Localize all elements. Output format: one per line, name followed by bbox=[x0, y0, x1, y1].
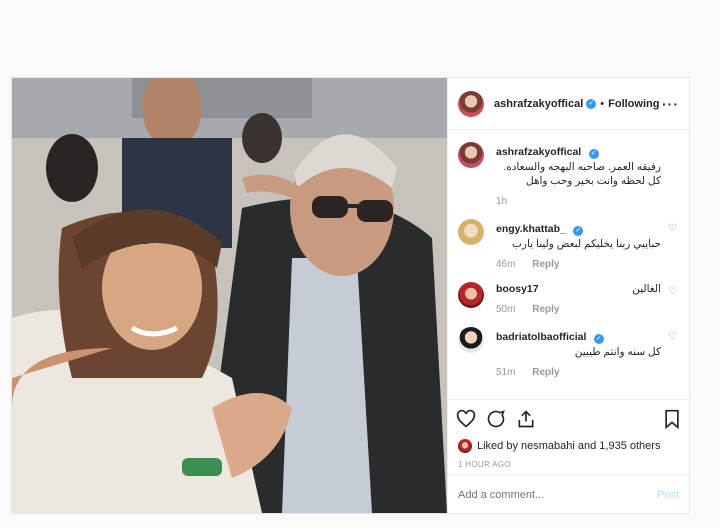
comment-time: 46m bbox=[496, 259, 516, 270]
comments-list: ashrafzakyoffical ✓ رفيقه العمر. صاحبه ا… bbox=[448, 130, 689, 399]
comment-input[interactable] bbox=[458, 488, 657, 501]
bookmark-icon[interactable] bbox=[663, 409, 681, 429]
post-timestamp: 1 HOUR AGO bbox=[458, 460, 511, 469]
comment-text: حبايبي ربنا يخليكم لبعض ولينا يارب bbox=[512, 238, 661, 250]
comment-time: 51m bbox=[496, 367, 516, 378]
comment-meta: 51m Reply bbox=[496, 367, 661, 378]
like-comment-heart-icon[interactable]: ♡ bbox=[668, 286, 677, 297]
post-sidebar: ashrafzakyoffical ✓ • Following ··· ashr… bbox=[447, 78, 689, 513]
comment-time: 50m bbox=[496, 304, 516, 315]
comment-username[interactable]: boosy17 bbox=[496, 283, 539, 295]
share-icon[interactable] bbox=[516, 409, 536, 429]
verified-icon: ✓ bbox=[586, 98, 597, 109]
commenter-avatar[interactable] bbox=[458, 219, 484, 245]
author-avatar[interactable] bbox=[458, 142, 484, 168]
commenter-avatar[interactable] bbox=[458, 327, 484, 353]
instagram-post-modal: ashrafzakyoffical ✓ • Following ··· ashr… bbox=[11, 77, 690, 514]
comment-item: engy.khattab_ ✓ حبايبي ربنا يخليكم لبعض … bbox=[458, 219, 679, 270]
verified-icon: ✓ bbox=[593, 334, 604, 344]
post-header: ashrafzakyoffical ✓ • Following ··· bbox=[448, 78, 689, 130]
comment-username[interactable]: badriatolbaofficial bbox=[496, 331, 586, 343]
caption-text: رفيقه العمر. صاحبه البهجه والسعاده. كل ل… bbox=[503, 161, 661, 187]
add-comment-bar: Post bbox=[448, 475, 689, 513]
likes-text[interactable]: Liked by nesmabahi and 1,935 others bbox=[477, 440, 660, 452]
comment-icon[interactable] bbox=[486, 409, 506, 429]
separator-dot: • bbox=[600, 97, 605, 110]
caption-time: 1h bbox=[496, 196, 508, 207]
like-comment-heart-icon[interactable]: ♡ bbox=[668, 331, 677, 342]
follow-status-button[interactable]: Following bbox=[608, 98, 659, 110]
post-comment-button[interactable]: Post bbox=[657, 489, 679, 501]
post-photo[interactable] bbox=[12, 78, 447, 513]
caption-item: ashrafzakyoffical ✓ رفيقه العمر. صاحبه ا… bbox=[458, 142, 679, 207]
reply-button[interactable]: Reply bbox=[532, 259, 559, 270]
liker-avatar[interactable] bbox=[458, 439, 472, 453]
author-avatar[interactable] bbox=[458, 90, 484, 117]
comment-item: badriatolbaofficial ✓ كل سنه وانتم طيبين… bbox=[458, 327, 679, 378]
like-comment-heart-icon[interactable]: ♡ bbox=[668, 223, 677, 234]
action-bar bbox=[448, 399, 689, 437]
comment-username[interactable]: engy.khattab_ bbox=[496, 223, 566, 235]
verified-icon: ✓ bbox=[573, 226, 584, 236]
heart-icon[interactable] bbox=[456, 409, 476, 429]
caption-username[interactable]: ashrafzakyoffical bbox=[496, 146, 581, 158]
reply-button[interactable]: Reply bbox=[532, 304, 559, 315]
comment-meta: 46m Reply bbox=[496, 259, 661, 270]
more-options-icon[interactable]: ··· bbox=[662, 96, 679, 112]
comment-item: boosy17 الغالين 50m Reply ♡ bbox=[458, 282, 679, 315]
likes-row: Liked by nesmabahi and 1,935 others bbox=[448, 437, 689, 455]
commenter-avatar[interactable] bbox=[458, 282, 484, 308]
comment-meta: 50m Reply bbox=[496, 304, 661, 315]
verified-icon: ✓ bbox=[588, 149, 599, 159]
photo-illustration bbox=[12, 78, 447, 513]
comment-text: الغالين bbox=[632, 283, 661, 295]
comment-text: كل سنه وانتم طيبين bbox=[574, 346, 661, 358]
author-username[interactable]: ashrafzakyoffical bbox=[494, 98, 583, 110]
caption-meta: 1h bbox=[496, 196, 661, 207]
reply-button[interactable]: Reply bbox=[532, 367, 559, 378]
